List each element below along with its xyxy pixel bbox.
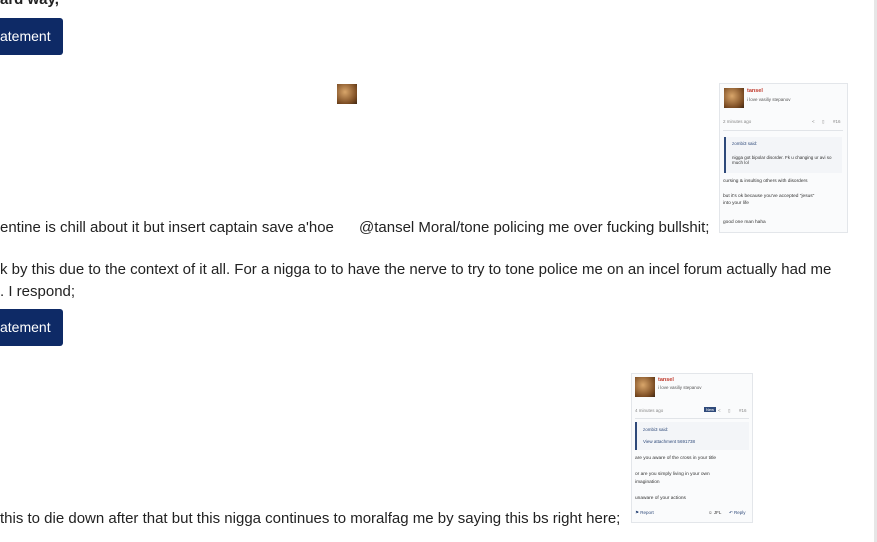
embed-avatar bbox=[724, 88, 744, 108]
embed-timestamp: 2 minutes ago bbox=[723, 119, 752, 124]
embed-quote: zombi3 said: nigga got bipolar disorder.… bbox=[724, 137, 842, 173]
embed-body-line-2b: into your life bbox=[723, 201, 749, 206]
share-icon: < bbox=[718, 408, 721, 413]
embed-quote: zombi3 said: View attachment 5691738 bbox=[635, 422, 749, 450]
embed-username: tansel bbox=[658, 377, 674, 383]
post-text-respond: . I respond; bbox=[0, 283, 76, 300]
quote-text: nigga got bipolar disorder. Fk u changin… bbox=[732, 155, 832, 165]
reaction-label: JFL bbox=[713, 510, 722, 515]
embed-post-number: #16 bbox=[833, 119, 841, 124]
reaction: ☺ JFL bbox=[708, 510, 722, 515]
post-text-context: k by this due to the context of it all. … bbox=[0, 261, 832, 278]
divider bbox=[635, 418, 749, 419]
inline-avatar-image bbox=[337, 84, 357, 104]
statement-button-2[interactable]: atement bbox=[0, 309, 63, 346]
quote-author: zombi3 said: bbox=[732, 141, 758, 146]
attachment-link: View attachment 5691738 bbox=[643, 439, 695, 444]
embed-username: tansel bbox=[747, 88, 763, 94]
embed-body-line-3: unaware of your actions bbox=[635, 496, 686, 501]
new-badge: New bbox=[704, 407, 717, 412]
embed-body-line-2: or are you simply living in your own bbox=[635, 472, 710, 477]
report-link: ⚑ Report bbox=[635, 510, 654, 515]
embed-tagline: i love vasiliy stepanov bbox=[747, 97, 791, 102]
report-label: Report bbox=[640, 510, 654, 515]
statement-button-1[interactable]: atement bbox=[0, 18, 63, 55]
embed-post-number: #16 bbox=[739, 408, 747, 413]
post-text-top: ard way, bbox=[0, 0, 59, 8]
embed-body-line-1: cursing & insulting others with disorder… bbox=[723, 179, 808, 184]
embed-tagline: i love vasiliy stepanov bbox=[658, 385, 702, 390]
post-text-chill: entine is chill about it but insert capt… bbox=[0, 219, 334, 236]
bookmark-icon: ▯ bbox=[822, 119, 825, 124]
divider bbox=[723, 130, 843, 131]
bookmark-icon: ▯ bbox=[728, 408, 731, 413]
post-text-bottom: this to die down after that but this nig… bbox=[0, 510, 621, 527]
embed-body-line-1: are you aware of the cross in your title bbox=[635, 456, 717, 461]
embed-avatar bbox=[635, 377, 655, 397]
embed-timestamp: 4 minutes ago bbox=[635, 408, 664, 413]
embed-body-line-2: but it's ok because you've accepted "jes… bbox=[723, 194, 815, 199]
quote-author: zombi3 said: bbox=[643, 427, 669, 432]
post-text-mention: @tansel Moral/tone policing me over fuck… bbox=[359, 219, 710, 236]
reply-label: Reply bbox=[734, 510, 746, 515]
embedded-post-screenshot-1: tansel i love vasiliy stepanov 2 minutes… bbox=[719, 83, 848, 233]
embed-body-line-3: good one man haha bbox=[723, 220, 766, 225]
share-icon: < bbox=[812, 119, 815, 124]
embed-body-line-2b: imagination bbox=[635, 480, 660, 485]
reply-link: ↶ Reply bbox=[729, 510, 746, 515]
embedded-post-screenshot-2: tansel i love vasiliy stepanov 4 minutes… bbox=[631, 373, 753, 523]
